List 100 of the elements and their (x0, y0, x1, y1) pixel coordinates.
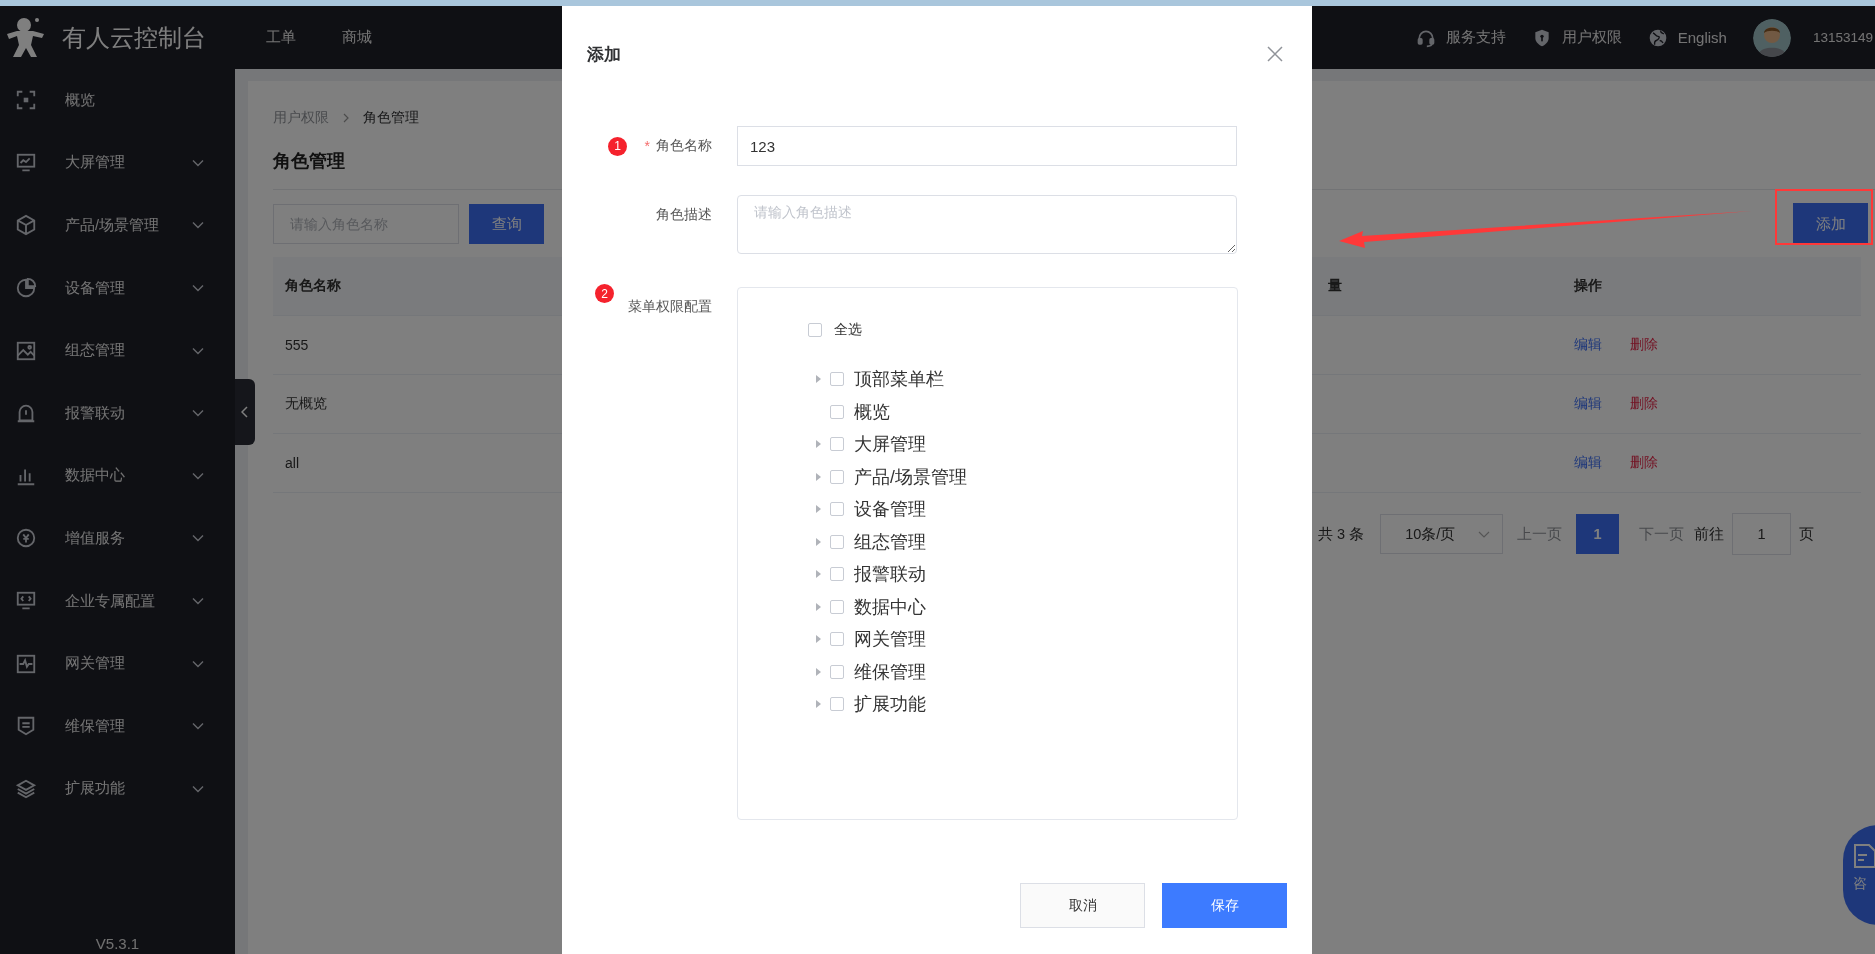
description-field[interactable]: 请输入角色描述 (737, 195, 1237, 254)
add-button[interactable]: 添加 (1793, 203, 1868, 245)
sidebar-item[interactable]: 数据中心 (0, 444, 235, 508)
total-count: 共 3 条 (1318, 524, 1365, 544)
expand-caret-icon[interactable] (813, 699, 823, 710)
checkbox[interactable] (830, 437, 844, 452)
checkbox[interactable] (830, 372, 844, 387)
sidebar-item[interactable]: 网关管理 (0, 632, 235, 695)
page-input[interactable]: 1 (1732, 513, 1792, 555)
coin-icon (15, 527, 37, 550)
expand-caret-icon[interactable] (813, 439, 823, 450)
tree-node[interactable]: 扩展功能 (813, 688, 1237, 721)
version-label: V5.3.1 (95, 935, 140, 952)
save-button[interactable]: 保存 (1162, 883, 1287, 928)
tree-node[interactable]: 设备管理 (813, 493, 1237, 526)
sidebar-item[interactable]: 企业专属配置 (0, 569, 235, 633)
table-cell-text: 555 (284, 337, 309, 353)
checkbox[interactable] (830, 534, 844, 549)
table-cell-text: 无概览 (284, 395, 327, 413)
nav-link[interactable]: 商城 (342, 28, 372, 47)
column-header: 操作 (1573, 277, 1602, 295)
cube-icon (15, 214, 37, 237)
chevron-right-icon (341, 113, 351, 123)
sidebar-item[interactable]: 设备管理 (0, 256, 235, 320)
pulse-icon (15, 652, 37, 675)
sidebar-item[interactable]: 报警联动 (0, 381, 235, 445)
expand-caret-icon[interactable] (813, 569, 823, 580)
tree-node[interactable]: 概览 (813, 395, 1237, 428)
sidebar-item[interactable]: 组态管理 (0, 319, 235, 382)
tree-node[interactable]: 数据中心 (813, 590, 1237, 623)
tree-node[interactable]: 维保管理 (813, 655, 1237, 688)
layers-icon (15, 777, 37, 800)
delete-link[interactable]: 删除 (1630, 336, 1658, 354)
focus-icon (15, 89, 37, 112)
checkbox-label: 全选 (834, 321, 862, 339)
expand-caret-icon[interactable] (813, 471, 823, 482)
sidebar-item[interactable]: 概览 (0, 69, 235, 132)
close-icon[interactable] (1267, 46, 1283, 62)
alarm-icon (15, 402, 37, 425)
header-link[interactable]: 用户权限 (1531, 27, 1622, 48)
cancel-button[interactable]: 取消 (1020, 883, 1145, 928)
image-icon (15, 339, 37, 362)
checkbox[interactable] (830, 404, 844, 419)
checkbox[interactable] (830, 632, 844, 647)
expand-caret-icon[interactable] (813, 666, 823, 677)
tree-node[interactable]: 报警联动 (813, 558, 1237, 591)
delete-link[interactable]: 删除 (1630, 395, 1658, 413)
header-link[interactable]: 服务支持 (1415, 27, 1506, 48)
breadcrumb-item: 角色管理 (363, 109, 419, 127)
table-cell-text: all (284, 455, 299, 471)
document-icon (1853, 843, 1875, 869)
monitor-icon (15, 151, 37, 174)
checkbox[interactable] (830, 469, 844, 484)
expand-caret-icon[interactable] (813, 634, 823, 645)
role-name-field[interactable]: 123 (737, 126, 1237, 166)
sidebar-item[interactable]: 产品/场景管理 (0, 194, 235, 257)
goto-label: 前往 (1694, 524, 1725, 544)
chevron-left-icon (241, 406, 249, 418)
column-header: 角色名称 (284, 277, 341, 295)
page-suffix: 页 (1799, 524, 1815, 544)
expand-caret-icon[interactable] (813, 536, 823, 547)
header-link[interactable]: English (1647, 27, 1727, 48)
checkbox[interactable] (830, 599, 844, 614)
delete-link[interactable]: 删除 (1630, 454, 1658, 472)
edit-link[interactable]: 编辑 (1574, 395, 1602, 413)
checkbox[interactable] (830, 697, 844, 712)
expand-caret-icon[interactable] (813, 374, 823, 385)
field-label: 菜单权限配置 (628, 298, 712, 316)
app-title: 有人云控制台 (62, 22, 206, 53)
dialog-title: 添加 (587, 43, 621, 66)
column-header: 量 (1327, 277, 1342, 295)
sidebar-item[interactable]: 增值服务 (0, 507, 235, 570)
expand-caret-icon[interactable] (813, 504, 823, 515)
sidebar-item[interactable]: 扩展功能 (0, 757, 235, 821)
sidebar-item[interactable]: 维保管理 (0, 694, 235, 758)
tree-node[interactable]: 顶部菜单栏 (813, 363, 1237, 396)
expand-caret-icon[interactable] (813, 601, 823, 612)
collapse-handle[interactable] (235, 379, 255, 445)
sidebar-item[interactable]: 大屏管理 (0, 131, 235, 195)
edit-link[interactable]: 编辑 (1574, 454, 1602, 472)
step-marker: 1 (608, 136, 627, 156)
step-marker: 2 (595, 284, 614, 303)
tree-node[interactable]: 大屏管理 (813, 428, 1237, 461)
tree-node[interactable]: 网关管理 (813, 623, 1237, 656)
edit-link[interactable]: 编辑 (1574, 336, 1602, 354)
pie-chart-icon (15, 277, 37, 300)
checkbox[interactable] (830, 502, 844, 517)
page-size-select[interactable]: 10条/页 (1380, 514, 1504, 554)
field-label: 角色描述 (656, 206, 712, 224)
checkbox[interactable] (830, 567, 844, 582)
query-button[interactable]: 查询 (469, 204, 544, 244)
nav-link[interactable]: 工单 (266, 28, 296, 47)
avatar[interactable] (1752, 18, 1791, 57)
globe-icon (1647, 27, 1668, 48)
tree-node[interactable]: 组态管理 (813, 525, 1237, 558)
page-number[interactable]: 1 (1576, 514, 1620, 554)
tree-node[interactable]: 产品/场景管理 (813, 460, 1237, 493)
checkbox[interactable] (808, 323, 822, 337)
account-name[interactable]: 13153149 (1812, 30, 1873, 45)
checkbox[interactable] (830, 664, 844, 679)
